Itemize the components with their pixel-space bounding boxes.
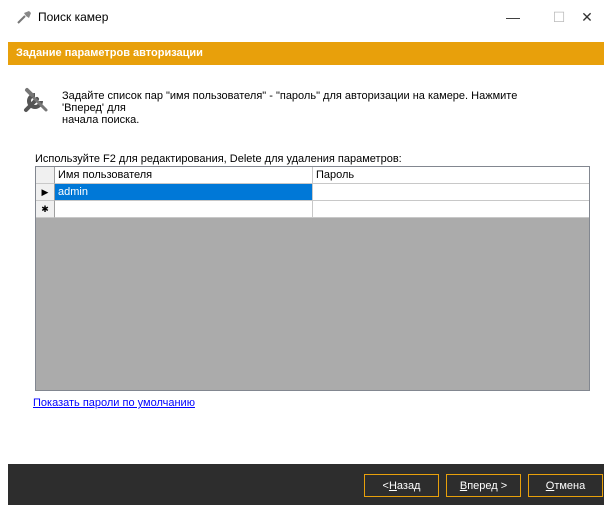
column-header-password[interactable]: Пароль — [313, 167, 589, 184]
next-button[interactable]: Вперед > — [446, 474, 521, 497]
back-button-accel: Н — [388, 479, 397, 492]
step-title: Задание параметров авторизации — [16, 47, 203, 59]
username-cell[interactable]: admin — [55, 184, 313, 201]
step-banner: Задание параметров авторизации — [8, 42, 604, 65]
back-button[interactable]: < Назад — [364, 474, 439, 497]
cancel-button-label: тмена — [554, 479, 586, 492]
description: Задайте список пар "имя пользователя" - … — [62, 90, 562, 126]
password-cell[interactable] — [313, 184, 589, 201]
credentials-grid[interactable]: Имя пользователя Пароль ▶ admin ✱ — [35, 166, 590, 391]
show-default-passwords-link[interactable]: Показать пароли по умолчанию — [33, 397, 195, 409]
password-cell[interactable] — [313, 201, 589, 218]
username-cell[interactable] — [55, 201, 313, 218]
next-button-accel: В — [459, 479, 468, 492]
new-row-icon[interactable]: ✱ — [36, 201, 55, 218]
cancel-button[interactable]: Отмена — [528, 474, 603, 497]
description-line-1: Задайте список пар "имя пользователя" - … — [62, 90, 518, 114]
column-header-username[interactable]: Имя пользователя — [55, 167, 313, 184]
back-button-label: азад — [396, 479, 421, 492]
grid-hint: Используйте F2 для редактирования, Delet… — [35, 153, 402, 165]
next-button-label: перед > — [467, 479, 508, 492]
window-title: Поиск камер — [38, 10, 109, 24]
title-bar: Поиск камер — ☐ ✕ — [8, 0, 604, 34]
minimize-button[interactable]: — — [490, 0, 536, 34]
cancel-button-accel: О — [545, 479, 555, 492]
row-selector-current-icon[interactable]: ▶ — [36, 184, 55, 201]
wizard-footer: < Назад Вперед > Отмена — [8, 464, 604, 505]
corner-cell[interactable] — [36, 167, 55, 184]
search-cameras-window: Поиск камер — ☐ ✕ Задание параметров авт… — [8, 0, 604, 505]
wrench-icon — [17, 11, 31, 24]
description-line-2: начала поиска. — [62, 114, 140, 126]
close-button[interactable]: ✕ — [570, 0, 604, 34]
tools-icon — [24, 88, 48, 112]
